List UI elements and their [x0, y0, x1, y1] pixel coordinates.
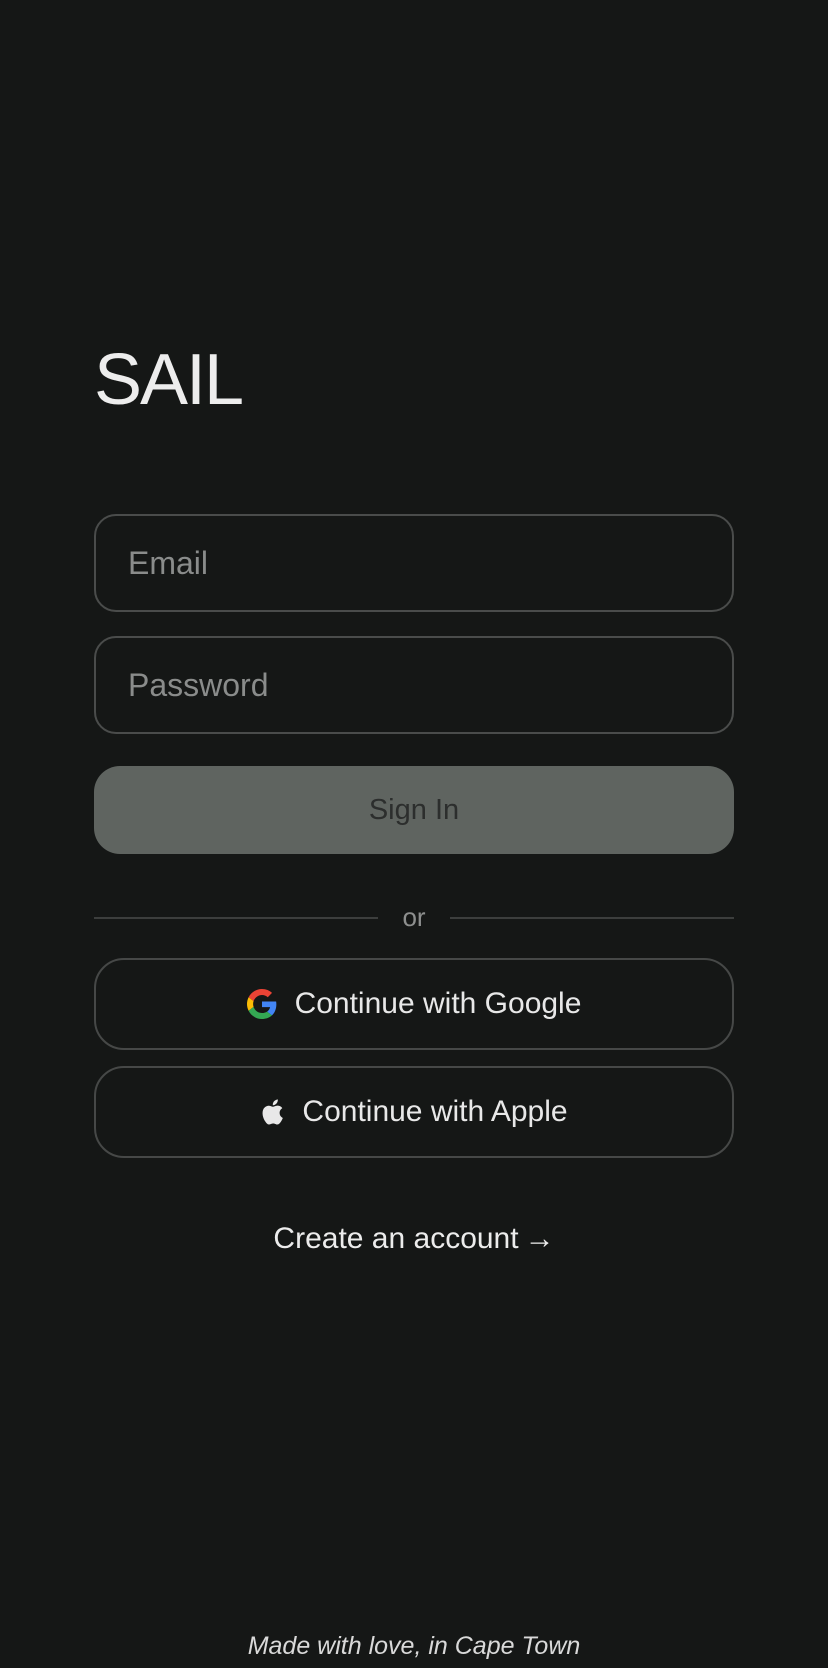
sign-in-button[interactable]: Sign In: [94, 766, 734, 854]
apple-button-label: Continue with Apple: [302, 1095, 568, 1128]
divider-line-right: [450, 917, 734, 919]
create-account-label: Create an account: [273, 1222, 519, 1255]
login-page: SAIL Sign In or Continue with Google Con…: [0, 0, 828, 1668]
arrow-right-icon: →: [524, 1222, 555, 1255]
brand-title: SAIL: [94, 340, 244, 420]
password-field[interactable]: [94, 636, 734, 734]
continue-with-google-button[interactable]: Continue with Google: [94, 958, 734, 1050]
google-g-icon: [246, 989, 277, 1019]
apple-icon: [260, 1098, 284, 1126]
continue-with-apple-button[interactable]: Continue with Apple: [94, 1066, 734, 1158]
or-divider: or: [94, 900, 734, 938]
email-field[interactable]: [94, 514, 734, 612]
footer-text: Made with love, in Cape Town: [247, 1632, 581, 1660]
create-account-link[interactable]: Create an account →: [0, 1222, 828, 1256]
google-button-label: Continue with Google: [294, 987, 582, 1020]
